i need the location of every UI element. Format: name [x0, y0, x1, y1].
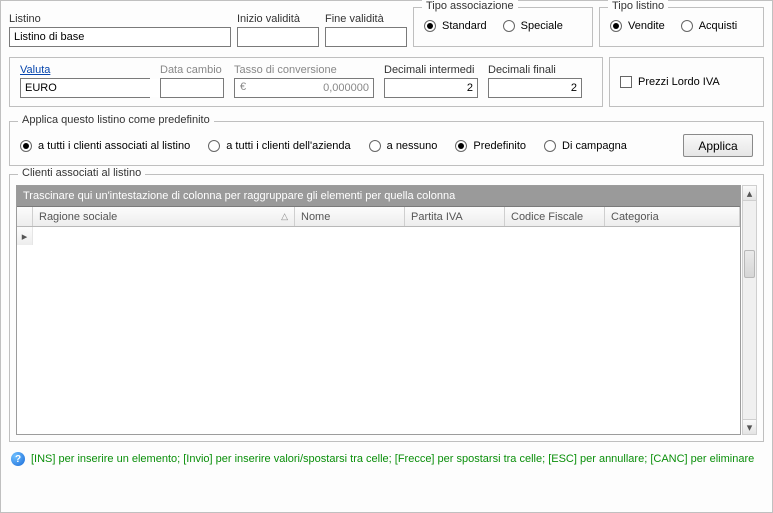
currency-group: Valuta Data cambio Tasso di conversione [9, 57, 603, 107]
radio-di-campagna[interactable]: Di campagna [544, 140, 627, 152]
col-header-cf-label: Codice Fiscale [511, 211, 583, 223]
tipo-listino-group: Tipo listino Vendite Acquisti [599, 7, 764, 47]
radio-speciale[interactable]: Speciale [503, 20, 563, 32]
radio-tutti-azienda[interactable]: a tutti i clienti dell'azienda [208, 140, 350, 152]
table-row[interactable]: ▸ [17, 227, 740, 245]
radio-tutti-associati-label: a tutti i clienti associati al listino [38, 140, 190, 152]
valuta-link[interactable]: Valuta [20, 64, 150, 76]
listino-input[interactable] [9, 27, 231, 47]
tipo-associazione-legend: Tipo associazione [422, 0, 518, 12]
radio-di-campagna-label: Di campagna [562, 140, 627, 152]
col-header-nome[interactable]: Nome [295, 207, 405, 226]
dec-fin-input[interactable] [488, 78, 582, 98]
clienti-grid-group: Clienti associati al listino Trascinare … [9, 174, 764, 442]
col-header-ragione-label: Ragione sociale [39, 211, 117, 223]
sort-asc-icon: △ [281, 211, 288, 222]
group-by-bar[interactable]: Trascinare qui un'intestazione di colonn… [17, 186, 740, 207]
top-row: Listino Inizio validità Fine validità Ti… [9, 7, 764, 47]
col-header-nome-label: Nome [301, 211, 330, 223]
col-header-categoria-label: Categoria [611, 211, 659, 223]
dec-fin-label: Decimali finali [488, 64, 582, 76]
inizio-field-group: Inizio validità [237, 13, 319, 47]
radio-nessuno-label: a nessuno [387, 140, 438, 152]
tasso-label: Tasso di conversione [234, 64, 374, 76]
col-header-piva-label: Partita IVA [411, 211, 463, 223]
radio-predefinito[interactable]: Predefinito [455, 140, 526, 152]
row-indicator-icon: ▸ [17, 227, 33, 245]
radio-nessuno[interactable]: a nessuno [369, 140, 438, 152]
help-icon: ? [11, 452, 25, 466]
tasso-input[interactable] [234, 78, 374, 98]
help-text: [INS] per inserire un elemento; [Invio] … [31, 453, 754, 465]
radio-predefinito-label: Predefinito [473, 140, 526, 152]
window-root: Listino Inizio validità Fine validità Ti… [0, 0, 773, 513]
grid-body[interactable]: ▸ [17, 227, 740, 434]
radio-tutti-associati[interactable]: a tutti i clienti associati al listino [20, 140, 190, 152]
scroll-thumb[interactable] [744, 250, 755, 278]
scroll-down-button[interactable]: ▾ [743, 419, 756, 434]
fine-input[interactable] [325, 27, 407, 47]
valuta-combo-text[interactable] [21, 79, 171, 97]
tipo-associazione-options: Standard Speciale [424, 20, 582, 32]
listino-label: Listino [9, 13, 231, 25]
col-header-piva[interactable]: Partita IVA [405, 207, 505, 226]
prezzi-lordo-checkbox[interactable]: Prezzi Lordo IVA [620, 76, 720, 88]
clienti-grid-legend: Clienti associati al listino [18, 167, 145, 179]
scroll-up-button[interactable]: ▴ [743, 186, 756, 201]
radio-standard-label: Standard [442, 20, 487, 32]
radio-acquisti-label: Acquisti [699, 20, 738, 32]
inizio-input[interactable] [237, 27, 319, 47]
vertical-scrollbar[interactable]: ▴ ▾ [742, 185, 757, 435]
radio-standard[interactable]: Standard [424, 20, 487, 32]
help-hint-bar: ? [INS] per inserire un elemento; [Invio… [9, 450, 764, 468]
second-row: Valuta Data cambio Tasso di conversione [9, 57, 764, 107]
col-header-categoria[interactable]: Categoria [605, 207, 740, 226]
radio-vendite[interactable]: Vendite [610, 20, 665, 32]
radio-speciale-label: Speciale [521, 20, 563, 32]
predef-group: Applica questo listino come predefinito … [9, 121, 764, 166]
dec-int-label: Decimali intermedi [384, 64, 478, 76]
dec-int-input[interactable] [384, 78, 478, 98]
listino-field-group: Listino [9, 13, 231, 47]
data-cambio-input[interactable] [160, 78, 224, 98]
valuta-combo[interactable] [20, 78, 150, 98]
data-cambio-label: Data cambio [160, 64, 224, 76]
row-selector-header [17, 207, 33, 226]
grid-header-row: Ragione sociale △ Nome Partita IVA Codic… [17, 207, 740, 227]
radio-acquisti[interactable]: Acquisti [681, 20, 738, 32]
fine-field-group: Fine validità [325, 13, 407, 47]
checkbox-icon [620, 76, 632, 88]
prezzi-lordo-group: Prezzi Lordo IVA [609, 57, 764, 107]
radio-tutti-azienda-label: a tutti i clienti dell'azienda [226, 140, 350, 152]
inizio-label: Inizio validità [237, 13, 319, 25]
predef-legend: Applica questo listino come predefinito [18, 114, 214, 126]
data-grid[interactable]: Trascinare qui un'intestazione di colonn… [16, 185, 741, 435]
tipo-listino-options: Vendite Acquisti [610, 20, 753, 32]
tipo-listino-legend: Tipo listino [608, 0, 668, 12]
applica-button[interactable]: Applica [683, 134, 753, 157]
fine-label: Fine validità [325, 13, 407, 25]
radio-vendite-label: Vendite [628, 20, 665, 32]
tipo-associazione-group: Tipo associazione Standard Speciale [413, 7, 593, 47]
col-header-cf[interactable]: Codice Fiscale [505, 207, 605, 226]
col-header-ragione[interactable]: Ragione sociale △ [33, 207, 295, 226]
prezzi-lordo-label: Prezzi Lordo IVA [638, 76, 720, 88]
